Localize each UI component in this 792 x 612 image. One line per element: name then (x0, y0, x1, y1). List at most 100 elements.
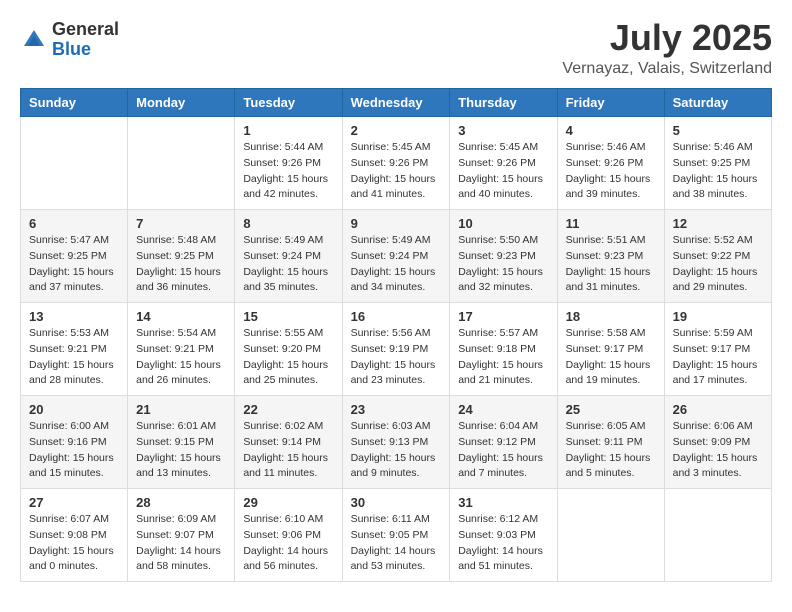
day-info: Sunrise: 6:10 AM Sunset: 9:06 PM Dayligh… (243, 512, 333, 575)
day-number: 17 (458, 309, 548, 324)
day-number: 10 (458, 216, 548, 231)
day-number: 12 (673, 216, 763, 231)
day-info: Sunrise: 5:55 AM Sunset: 9:20 PM Dayligh… (243, 326, 333, 389)
day-info: Sunrise: 5:51 AM Sunset: 9:23 PM Dayligh… (566, 233, 656, 296)
day-number: 8 (243, 216, 333, 231)
calendar-cell: 30 Sunrise: 6:11 AM Sunset: 9:05 PM Dayli… (342, 489, 450, 582)
calendar-cell: 25 Sunrise: 6:05 AM Sunset: 9:11 PM Dayli… (557, 396, 664, 489)
logo-text-general: General (52, 19, 119, 39)
day-info: Sunrise: 5:46 AM Sunset: 9:26 PM Dayligh… (566, 140, 656, 203)
day-number: 26 (673, 402, 763, 417)
week-row-4: 20 Sunrise: 6:00 AM Sunset: 9:16 PM Dayli… (21, 396, 772, 489)
day-info: Sunrise: 6:05 AM Sunset: 9:11 PM Dayligh… (566, 419, 656, 482)
day-info: Sunrise: 6:09 AM Sunset: 9:07 PM Dayligh… (136, 512, 226, 575)
day-number: 1 (243, 123, 333, 138)
calendar-cell: 24 Sunrise: 6:04 AM Sunset: 9:12 PM Dayli… (450, 396, 557, 489)
day-number: 13 (29, 309, 119, 324)
day-info: Sunrise: 6:12 AM Sunset: 9:03 PM Dayligh… (458, 512, 548, 575)
calendar-cell (21, 117, 128, 210)
calendar-cell: 15 Sunrise: 5:55 AM Sunset: 9:20 PM Dayli… (235, 303, 342, 396)
logo: General Blue (20, 20, 119, 60)
calendar-cell: 14Sunrise: 5:54 AM Sunset: 9:21 PM Dayli… (128, 303, 235, 396)
calendar-cell (557, 489, 664, 582)
day-info: Sunrise: 5:45 AM Sunset: 9:26 PM Dayligh… (458, 140, 548, 203)
day-info: Sunrise: 5:56 AM Sunset: 9:19 PM Dayligh… (351, 326, 442, 389)
day-number: 19 (673, 309, 763, 324)
month-title: July 2025 (562, 20, 772, 56)
calendar-cell: 1 Sunrise: 5:44 AM Sunset: 9:26 PM Daylig… (235, 117, 342, 210)
day-info: Sunrise: 6:11 AM Sunset: 9:05 PM Dayligh… (351, 512, 442, 575)
day-number: 16 (351, 309, 442, 324)
day-info: Sunrise: 5:44 AM Sunset: 9:26 PM Dayligh… (243, 140, 333, 203)
day-number: 11 (566, 216, 656, 231)
calendar-cell: 20 Sunrise: 6:00 AM Sunset: 9:16 PM Dayli… (21, 396, 128, 489)
weekday-header-friday: Friday (557, 89, 664, 117)
calendar-cell: 10 Sunrise: 5:50 AM Sunset: 9:23 PM Dayli… (450, 210, 557, 303)
day-number: 4 (566, 123, 656, 138)
day-number: 29 (243, 495, 333, 510)
day-info: Sunrise: 5:49 AM Sunset: 9:24 PM Dayligh… (243, 233, 333, 296)
calendar-cell: 9Sunrise: 5:49 AM Sunset: 9:24 PM Daylig… (342, 210, 450, 303)
weekday-header-saturday: Saturday (664, 89, 771, 117)
week-row-3: 13 Sunrise: 5:53 AM Sunset: 9:21 PM Dayli… (21, 303, 772, 396)
day-info: Sunrise: 5:54 AM Sunset: 9:21 PM Dayligh… (136, 326, 226, 389)
calendar-cell: 29 Sunrise: 6:10 AM Sunset: 9:06 PM Dayli… (235, 489, 342, 582)
calendar-cell: 6 Sunrise: 5:47 AM Sunset: 9:25 PM Daylig… (21, 210, 128, 303)
day-number: 22 (243, 402, 333, 417)
day-number: 30 (351, 495, 442, 510)
day-number: 2 (351, 123, 442, 138)
calendar-cell: 5Sunrise: 5:46 AM Sunset: 9:25 PM Daylig… (664, 117, 771, 210)
calendar-cell: 13 Sunrise: 5:53 AM Sunset: 9:21 PM Dayli… (21, 303, 128, 396)
day-number: 9 (351, 216, 442, 231)
day-number: 27 (29, 495, 119, 510)
weekday-header-wednesday: Wednesday (342, 89, 450, 117)
day-number: 3 (458, 123, 548, 138)
day-info: Sunrise: 5:57 AM Sunset: 9:18 PM Dayligh… (458, 326, 548, 389)
calendar-cell: 7Sunrise: 5:48 AM Sunset: 9:25 PM Daylig… (128, 210, 235, 303)
calendar-cell: 28 Sunrise: 6:09 AM Sunset: 9:07 PM Dayli… (128, 489, 235, 582)
calendar-cell: 21 Sunrise: 6:01 AM Sunset: 9:15 PM Dayli… (128, 396, 235, 489)
weekday-header-monday: Monday (128, 89, 235, 117)
calendar-cell: 11 Sunrise: 5:51 AM Sunset: 9:23 PM Dayli… (557, 210, 664, 303)
day-number: 23 (351, 402, 442, 417)
day-info: Sunrise: 6:03 AM Sunset: 9:13 PM Dayligh… (351, 419, 442, 482)
day-info: Sunrise: 5:46 AM Sunset: 9:25 PM Dayligh… (673, 140, 763, 203)
calendar-cell: 19Sunrise: 5:59 AM Sunset: 9:17 PM Dayli… (664, 303, 771, 396)
day-number: 6 (29, 216, 119, 231)
day-number: 24 (458, 402, 548, 417)
day-info: Sunrise: 6:06 AM Sunset: 9:09 PM Dayligh… (673, 419, 763, 482)
calendar-cell: 31 Sunrise: 6:12 AM Sunset: 9:03 PM Dayli… (450, 489, 557, 582)
day-info: Sunrise: 5:53 AM Sunset: 9:21 PM Dayligh… (29, 326, 119, 389)
day-info: Sunrise: 6:01 AM Sunset: 9:15 PM Dayligh… (136, 419, 226, 482)
week-row-2: 6 Sunrise: 5:47 AM Sunset: 9:25 PM Daylig… (21, 210, 772, 303)
day-number: 18 (566, 309, 656, 324)
day-info: Sunrise: 6:07 AM Sunset: 9:08 PM Dayligh… (29, 512, 119, 575)
calendar-cell (128, 117, 235, 210)
day-number: 21 (136, 402, 226, 417)
calendar-cell: 4 Sunrise: 5:46 AM Sunset: 9:26 PM Daylig… (557, 117, 664, 210)
calendar-cell: 12Sunrise: 5:52 AM Sunset: 9:22 PM Dayli… (664, 210, 771, 303)
day-info: Sunrise: 6:04 AM Sunset: 9:12 PM Dayligh… (458, 419, 548, 482)
day-number: 20 (29, 402, 119, 417)
day-info: Sunrise: 5:47 AM Sunset: 9:25 PM Dayligh… (29, 233, 119, 296)
page-header: General Blue July 2025 Vernayaz, Valais,… (20, 20, 772, 78)
logo-icon (20, 26, 48, 54)
calendar-cell: 22Sunrise: 6:02 AM Sunset: 9:14 PM Dayli… (235, 396, 342, 489)
day-info: Sunrise: 5:58 AM Sunset: 9:17 PM Dayligh… (566, 326, 656, 389)
day-number: 15 (243, 309, 333, 324)
day-number: 31 (458, 495, 548, 510)
weekday-header-tuesday: Tuesday (235, 89, 342, 117)
location-title: Vernayaz, Valais, Switzerland (562, 60, 772, 78)
day-info: Sunrise: 5:45 AM Sunset: 9:26 PM Dayligh… (351, 140, 442, 203)
title-block: July 2025 Vernayaz, Valais, Switzerland (562, 20, 772, 78)
day-number: 25 (566, 402, 656, 417)
logo-text-blue: Blue (52, 39, 91, 59)
day-info: Sunrise: 6:00 AM Sunset: 9:16 PM Dayligh… (29, 419, 119, 482)
day-info: Sunrise: 5:50 AM Sunset: 9:23 PM Dayligh… (458, 233, 548, 296)
week-row-5: 27 Sunrise: 6:07 AM Sunset: 9:08 PM Dayli… (21, 489, 772, 582)
calendar-cell: 16 Sunrise: 5:56 AM Sunset: 9:19 PM Dayli… (342, 303, 450, 396)
calendar-cell: 3 Sunrise: 5:45 AM Sunset: 9:26 PM Daylig… (450, 117, 557, 210)
calendar-cell: 8 Sunrise: 5:49 AM Sunset: 9:24 PM Daylig… (235, 210, 342, 303)
calendar-cell: 18 Sunrise: 5:58 AM Sunset: 9:17 PM Dayli… (557, 303, 664, 396)
day-number: 28 (136, 495, 226, 510)
